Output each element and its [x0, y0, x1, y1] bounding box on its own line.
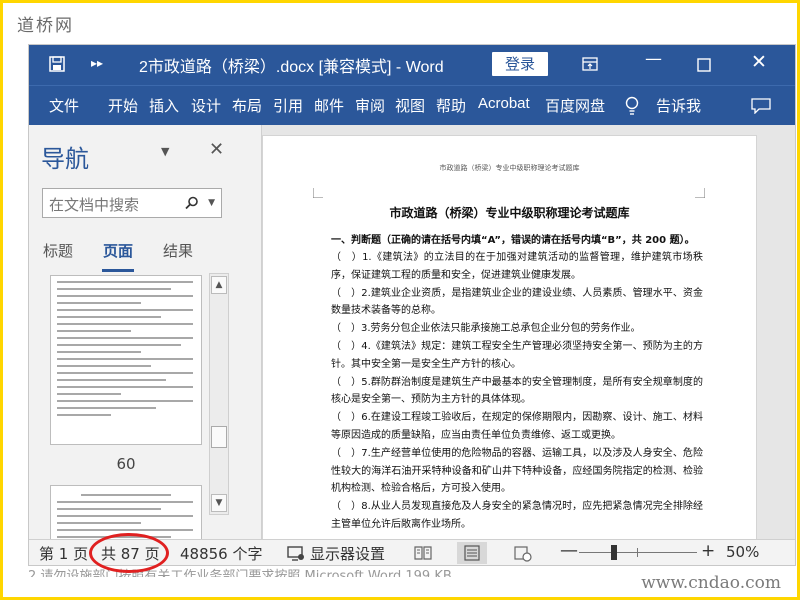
chevron-down-icon[interactable]: ▼ — [208, 198, 215, 208]
title-bar: ▸▸ 2市政道路（桥梁）.docx [兼容模式] - Word 登录 — ✕ — [29, 45, 795, 85]
tell-me-search[interactable]: 告诉我 — [656, 95, 701, 116]
minimize-icon[interactable]: — — [645, 49, 662, 69]
display-settings-button[interactable]: 显示器设置 — [310, 543, 385, 564]
ribbon-display-icon[interactable] — [582, 57, 598, 71]
status-page[interactable]: 第 1 页 — [39, 543, 88, 564]
document-page[interactable]: 市政道路（桥梁）专业中级职称理论考试题库 市政道路（桥梁）专业中级职称理论考试题… — [262, 135, 757, 547]
web-layout-icon[interactable] — [514, 546, 532, 562]
scrollbar-thumb[interactable] — [211, 426, 227, 448]
ribbon-tabs: 文件 开始 插入 设计 布局 引用 邮件 审阅 视图 帮助 Acrobat 百度… — [29, 85, 795, 126]
margin-corner-tl — [313, 188, 323, 198]
tab-view[interactable]: 视图 — [395, 95, 425, 116]
zoom-slider-track[interactable] — [579, 552, 697, 553]
zoom-slider-midpoint — [637, 548, 638, 557]
tab-layout[interactable]: 布局 — [232, 95, 262, 116]
word-window: ▸▸ 2市政道路（桥梁）.docx [兼容模式] - Word 登录 — ✕ 文… — [28, 44, 796, 566]
search-input[interactable]: 在文档中搜索 — [49, 194, 139, 215]
navigation-pane: 导航 ▼ ✕ 在文档中搜索 ▼ 标题 页面 结果 60 ▲ ▼ — [29, 125, 262, 565]
watermark-bottom: www.cndao.com — [641, 573, 781, 593]
active-tab-underline — [102, 269, 134, 272]
window-title: 2市政道路（桥梁）.docx [兼容模式] - Word — [139, 59, 444, 76]
question-5: （ ）5.群防群治制度是建筑生产中最基本的安全管理制度，是所有安全规章制度的核心… — [331, 376, 703, 406]
question-7: （ ）7.生产经营单位使用的危险物品的容器、运输工具，以及涉及人身安全、危险性较… — [331, 447, 703, 495]
question-4: （ ）4.《建筑法》规定：建筑工程安全生产管理必须坚持安全第一、预防为主的方针。… — [331, 340, 703, 370]
nav-options-icon[interactable]: ▼ — [161, 145, 169, 158]
margin-corner-tr — [695, 188, 705, 198]
tab-mailings[interactable]: 邮件 — [314, 95, 344, 116]
read-mode-icon[interactable] — [414, 546, 432, 560]
tab-home[interactable]: 开始 — [108, 95, 138, 116]
thumbnail-scrollbar[interactable]: ▲ ▼ — [209, 273, 229, 515]
scroll-up-icon[interactable]: ▲ — [211, 276, 227, 294]
tab-design[interactable]: 设计 — [191, 95, 221, 116]
scroll-down-icon[interactable]: ▼ — [211, 494, 227, 512]
tab-acrobat[interactable]: Acrobat — [478, 95, 530, 112]
document-body: （ ）1.《建筑法》的立法目的在于加强对建筑活动的监督管理，维护建筑市场秩序，保… — [331, 249, 703, 534]
question-1: （ ）1.《建筑法》的立法目的在于加强对建筑活动的监督管理，维护建筑市场秩序，保… — [331, 252, 703, 281]
zoom-in-icon[interactable]: + — [701, 541, 715, 561]
page-thumbnail-60[interactable] — [50, 275, 202, 445]
page-header: 市政道路（桥梁）专业中级职称理论考试题库 — [439, 164, 580, 172]
quick-access-icon[interactable]: ▸▸ — [91, 56, 103, 70]
question-2: （ ）2.建筑业企业资质，是指建筑业企业的建设业绩、人员素质、管理水平、资金数量… — [331, 287, 703, 317]
tab-file[interactable]: 文件 — [49, 95, 79, 116]
tab-help[interactable]: 帮助 — [436, 95, 466, 116]
nav-tab-pages[interactable]: 页面 — [103, 240, 133, 261]
nav-close-icon[interactable]: ✕ — [209, 139, 224, 160]
nav-title: 导航 — [41, 145, 89, 173]
login-button[interactable]: 登录 — [492, 52, 548, 76]
watermark-top: 道桥网 — [17, 16, 74, 36]
comment-icon[interactable] — [751, 98, 771, 114]
search-icon[interactable] — [185, 196, 199, 210]
question-6: （ ）6.在建设工程竣工验收后，在规定的保修期限内，因勘察、设计、施工、材料等原… — [331, 412, 703, 441]
section-heading: 一、判断题（正确的请在括号内填“A”，错误的请在括号内填“B”，共 200 题）… — [331, 235, 695, 246]
tab-references[interactable]: 引用 — [273, 95, 303, 116]
document-area: 市政道路（桥梁）专业中级职称理论考试题库 市政道路（桥梁）专业中级职称理论考试题… — [262, 125, 795, 547]
red-highlight-circle — [89, 533, 169, 573]
nav-tab-results[interactable]: 结果 — [163, 240, 193, 261]
print-layout-icon[interactable] — [457, 542, 487, 564]
image-frame: 道桥网 ▸▸ 2市政道路（桥梁）.docx [兼容模式] - Word 登录 —… — [3, 3, 797, 597]
zoom-out-icon[interactable]: — — [560, 540, 578, 561]
close-icon[interactable]: ✕ — [751, 51, 767, 73]
thumbnail-page-number: 60 — [116, 455, 136, 473]
zoom-level[interactable]: 50% — [726, 543, 759, 561]
tab-insert[interactable]: 插入 — [149, 95, 179, 116]
tab-baidu-netdisk[interactable]: 百度网盘 — [545, 95, 605, 116]
save-icon[interactable] — [49, 56, 65, 72]
nav-tab-headings[interactable]: 标题 — [43, 240, 73, 261]
question-3: （ ）3.劳务分包企业依法只能承接施工总承包企业分包的劳务作业。 — [331, 323, 641, 335]
display-settings-icon[interactable] — [287, 546, 305, 562]
lightbulb-icon[interactable] — [625, 96, 639, 116]
question-8: （ ）8.从业人员发现直接危及人身安全的紧急情况时，应先把紧急情况完全排除经主管… — [331, 501, 703, 530]
zoom-slider-knob[interactable] — [611, 545, 618, 560]
tab-review[interactable]: 审阅 — [355, 95, 385, 116]
status-word-count[interactable]: 48856 个字 — [180, 543, 263, 564]
nav-search-box[interactable]: 在文档中搜索 ▼ — [42, 188, 222, 218]
maximize-icon[interactable] — [697, 58, 711, 72]
document-title: 市政道路（桥梁）专业中级职称理论考试题库 — [389, 206, 630, 220]
